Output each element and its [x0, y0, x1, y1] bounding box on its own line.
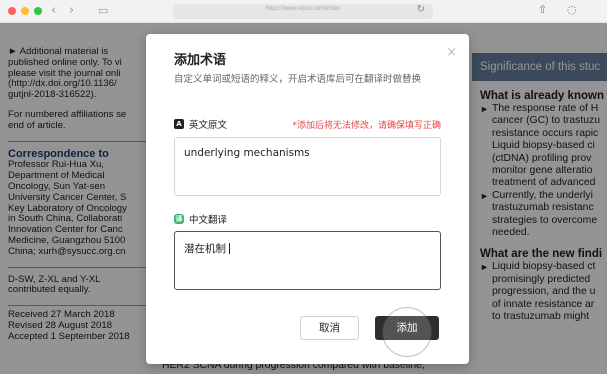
browser-toolbar: ‹ › ▭ https://www.vljsci.com/index ↻ ⇧ ◌: [0, 0, 607, 23]
close-icon[interactable]: ×: [446, 45, 457, 60]
cancel-button[interactable]: 取消: [300, 316, 359, 340]
chevron-right-icon[interactable]: ›: [69, 3, 74, 18]
warning-text: *添加后将无法修改，请确保填写正确: [292, 121, 441, 131]
english-icon: A: [174, 119, 184, 129]
reload-icon[interactable]: ↻: [417, 4, 425, 15]
target-field-label: 译 中文翻译: [174, 214, 228, 226]
dialog-title: 添加术语: [174, 53, 227, 68]
text-caret: [229, 243, 230, 254]
translate-icon: 译: [174, 214, 184, 224]
close-window-button[interactable]: [8, 7, 16, 15]
source-text-field[interactable]: underlying mechanisms: [174, 137, 441, 196]
sidebar-toggle-icon[interactable]: ▭: [98, 4, 108, 17]
url-text: https://www.vljsci.com/index: [265, 6, 341, 12]
address-bar[interactable]: https://www.vljsci.com/index ↻: [173, 4, 433, 19]
translation-text-field[interactable]: 潜在机制: [174, 231, 441, 290]
add-term-dialog: 添加术语 自定义单词或短语的释义，开启术语库后可在翻译时做替换 × A 英文原文…: [146, 34, 469, 364]
share-icon[interactable]: ⇧: [538, 3, 547, 16]
add-button[interactable]: 添加: [375, 316, 439, 340]
maximize-window-button[interactable]: [34, 7, 42, 15]
dialog-subtitle: 自定义单词或短语的释义，开启术语库后可在翻译时做替换: [174, 74, 422, 85]
source-field-label: A 英文原文: [174, 117, 227, 131]
extension-icon[interactable]: ◌: [567, 3, 577, 16]
chevron-left-icon[interactable]: ‹: [51, 3, 56, 18]
minimize-window-button[interactable]: [21, 7, 29, 15]
